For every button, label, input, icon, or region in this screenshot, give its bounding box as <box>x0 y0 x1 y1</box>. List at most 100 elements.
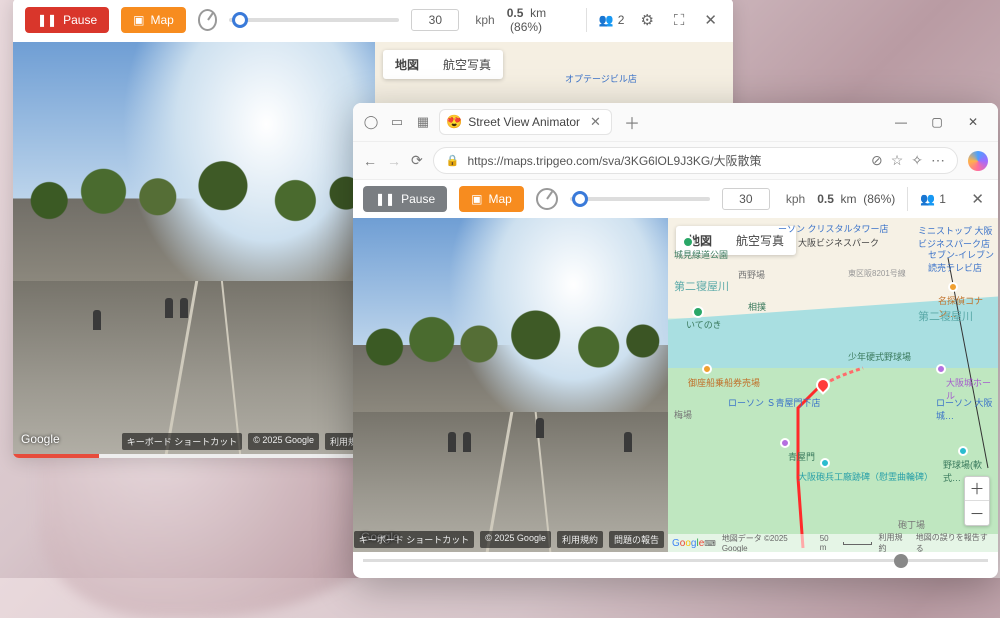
speed-box[interactable]: 30 <box>722 188 770 210</box>
distance-pct: (86%) <box>863 192 895 206</box>
tab-close-icon[interactable]: ✕ <box>590 114 601 130</box>
zoom-in-button[interactable]: ＋ <box>965 477 989 501</box>
settings-button[interactable]: ⚙ <box>636 7 657 33</box>
map-type-switch[interactable]: 地図 航空写真 <box>383 50 503 79</box>
poi-label: いてのき <box>686 318 721 331</box>
route-progress-thumb[interactable] <box>894 554 908 568</box>
streetview-pane[interactable]: Google キーボード ショートカット © 2025 Google 利用規約 … <box>353 218 668 552</box>
map-scale: 50 m <box>820 534 837 552</box>
toolbar-front: ❚❚ Pause ▣ Map 30 kph 0.5 km (86%) 👥 1 ✕ <box>353 180 998 218</box>
pause-icon: ❚❚ <box>375 192 395 206</box>
distance-readout: 0.5 km (86%) <box>507 6 574 34</box>
pedestrian <box>536 418 544 438</box>
distance-value: 0.5 <box>507 6 524 20</box>
gauge-icon <box>536 188 558 210</box>
speed-box[interactable]: 30 <box>411 9 459 31</box>
poi-label: 御座船乗船券売場 <box>688 376 760 389</box>
close-window-button[interactable]: ✕ <box>956 110 990 134</box>
route-progress[interactable] <box>353 552 998 570</box>
close-button[interactable]: ✕ <box>967 186 988 212</box>
poi-dot[interactable] <box>682 236 694 248</box>
collections-icon[interactable]: ✧ <box>911 152 923 169</box>
fullscreen-button[interactable]: ⛶ <box>670 8 689 33</box>
map-tab-map[interactable]: 地図 <box>383 50 431 79</box>
pause-label: Pause <box>401 192 435 206</box>
map-shortcuts-icon[interactable]: ⌨ <box>704 539 716 548</box>
poi-dot[interactable] <box>820 458 830 468</box>
tabactions-icon[interactable]: ▦ <box>413 112 433 132</box>
distance-unit: km <box>530 6 546 20</box>
new-tab-button[interactable]: ＋ <box>618 110 646 134</box>
map-label: Map <box>150 13 173 27</box>
forward-nav-button[interactable]: → <box>387 153 401 169</box>
poi-dot[interactable] <box>958 446 968 456</box>
workspaces-icon[interactable]: ▭ <box>387 112 407 132</box>
map-button[interactable]: ▣ Map <box>459 186 524 212</box>
sv-chip-shortcuts[interactable]: キーボード ショートカット <box>122 433 243 450</box>
poi-label: 城見緑道公園 <box>674 248 728 261</box>
browser-tab[interactable]: 😍 Street View Animator ✕ <box>439 109 612 135</box>
poi-dot[interactable] <box>780 438 790 448</box>
poi-label: 砲丁場 <box>898 518 925 531</box>
speed-slider-thumb[interactable] <box>572 191 588 207</box>
streetview-pane[interactable]: Google キーボード ショートカット © 2025 Google 利用規約 <box>13 42 375 454</box>
poi-label: ーソン クリスタルタワー店 <box>778 222 889 235</box>
sv-chip-terms[interactable]: 利用規約 <box>557 531 603 548</box>
zoom-out-button[interactable]: － <box>965 501 989 525</box>
poi-dot[interactable] <box>702 364 712 374</box>
map-label: Map <box>488 192 511 206</box>
toolbar-back: ❚❚ Pause ▣ Map 30 kph 0.5 km (86%) 👥 2 ⚙… <box>13 0 733 42</box>
map-icon: ▣ <box>133 13 144 27</box>
divider <box>907 187 908 211</box>
titlebar[interactable]: ◯ ▭ ▦ 😍 Street View Animator ✕ ＋ ― ▢ ✕ <box>353 103 998 142</box>
streetview-credits: キーボード ショートカット © 2025 Google 利用規約 <box>122 433 371 450</box>
scale-bar <box>843 542 872 545</box>
back-nav-button[interactable]: ← <box>363 153 377 169</box>
distance-unit: km <box>841 192 857 206</box>
poi-dot[interactable] <box>692 306 704 318</box>
reload-button[interactable]: ⟳ <box>411 152 423 169</box>
pedestrian <box>448 432 456 452</box>
minimize-button[interactable]: ― <box>884 110 918 134</box>
url-text: https://maps.tripgeo.com/sva/3KG6lOL9J3K… <box>467 152 761 169</box>
poi-dot[interactable] <box>936 364 946 374</box>
speed-slider-thumb[interactable] <box>232 12 248 28</box>
poi-label: 梅場 <box>674 408 692 421</box>
poi-label: ローソン Ｓ青屋門下店 <box>728 396 821 409</box>
sv-chip-report[interactable]: 問題の報告 <box>609 531 664 548</box>
map-terms[interactable]: 利用規約 <box>878 532 909 552</box>
speed-value: 30 <box>731 192 761 206</box>
address-bar[interactable]: 🔒 https://maps.tripgeo.com/sva/3KG6lOL9J… <box>433 147 958 174</box>
map-pane[interactable]: 地図 航空写真 ーソン クリスタルタワー店 大阪ビジネスパーク ミニストップ 大… <box>668 218 998 552</box>
favorite-icon[interactable]: ☆ <box>891 152 904 169</box>
distance-readout: 0.5 km (86%) <box>817 192 895 206</box>
people-icon: 👥 <box>920 192 935 206</box>
window-controls: ― ▢ ✕ <box>884 110 990 134</box>
speed-slider[interactable] <box>229 18 399 22</box>
close-button[interactable]: ✕ <box>700 7 721 33</box>
route-progress-fill <box>13 454 99 458</box>
lock-icon[interactable]: 🔒 <box>446 154 460 167</box>
people-icon: 👥 <box>599 13 614 27</box>
streetview-road <box>13 281 375 454</box>
sv-chip-shortcuts[interactable]: キーボード ショートカット <box>354 531 475 548</box>
maximize-button[interactable]: ▢ <box>920 110 954 134</box>
pause-button[interactable]: ❚❚ Pause <box>25 7 109 33</box>
profile-icon[interactable]: ◯ <box>361 112 381 132</box>
poi-dot[interactable] <box>948 282 958 292</box>
map-button[interactable]: ▣ Map <box>121 7 186 33</box>
pause-label: Pause <box>63 13 97 27</box>
reader-icon[interactable]: ⊘ <box>871 152 883 169</box>
map-tab-satellite[interactable]: 航空写真 <box>431 50 503 79</box>
pause-button[interactable]: ❚❚ Pause <box>363 186 447 212</box>
route-progress-track <box>363 559 988 562</box>
map-data-credit: 地図データ ©2025 Google <box>722 533 814 552</box>
pedestrian <box>93 310 101 330</box>
map-credits: Google ⌨ 地図データ ©2025 Google 50 m 利用規約 地図… <box>668 534 998 552</box>
speed-slider[interactable] <box>570 197 710 201</box>
more-icon[interactable]: ⋯ <box>931 152 945 169</box>
poi-label: 大阪ビジネスパーク <box>798 236 879 249</box>
map-report[interactable]: 地図の誤りを報告する <box>916 532 994 552</box>
address-bar-row: ← → ⟳ 🔒 https://maps.tripgeo.com/sva/3KG… <box>353 142 998 180</box>
copilot-icon[interactable] <box>968 151 988 171</box>
